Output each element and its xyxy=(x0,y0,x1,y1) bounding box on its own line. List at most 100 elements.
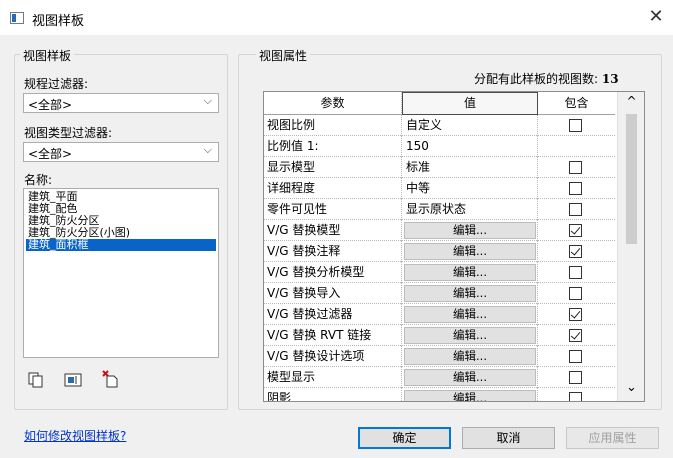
include-cell xyxy=(538,325,615,346)
include-cell xyxy=(538,283,615,304)
param-value-cell: 编辑... xyxy=(402,241,538,262)
param-value: 中等 xyxy=(402,178,538,199)
param-name: V/G 替换模型 xyxy=(264,220,402,241)
edit-button[interactable]: 编辑... xyxy=(404,222,536,239)
table-row: 阴影 编辑... xyxy=(264,388,615,401)
edit-button[interactable]: 编辑... xyxy=(404,390,536,401)
scroll-thumb[interactable] xyxy=(626,114,637,244)
include-checkbox[interactable] xyxy=(569,371,582,384)
include-checkbox[interactable] xyxy=(569,266,582,279)
include-checkbox[interactable] xyxy=(569,161,582,174)
scroll-up-icon[interactable]: ^ xyxy=(618,94,644,108)
table-scrollbar[interactable]: ^ ⌄ xyxy=(617,92,644,401)
param-name: 比例值 1: xyxy=(264,136,402,157)
edit-button[interactable]: 编辑... xyxy=(404,264,536,281)
include-checkbox[interactable] xyxy=(569,245,582,258)
param-name: V/G 替换导入 xyxy=(264,283,402,304)
list-item-selected[interactable]: 建筑_面积框 xyxy=(26,239,216,251)
table-row: 显示模型 标准 xyxy=(264,157,615,178)
window-title: 视图样板 xyxy=(32,14,85,29)
include-cell xyxy=(538,388,615,401)
cancel-button[interactable]: 取消 xyxy=(462,427,555,449)
include-checkbox[interactable] xyxy=(569,350,582,363)
rename-icon[interactable] xyxy=(64,371,82,389)
include-cell xyxy=(538,115,615,136)
header-param[interactable]: 参数 xyxy=(264,92,402,115)
scroll-down-icon[interactable]: ⌄ xyxy=(618,380,644,395)
ok-button[interactable]: 确定 xyxy=(358,427,451,449)
edit-button[interactable]: 编辑... xyxy=(404,285,536,302)
edit-button[interactable]: 编辑... xyxy=(404,369,536,386)
assigned-views-label: 分配有此样板的视图数: xyxy=(474,72,599,86)
param-value-cell: 编辑... xyxy=(402,346,538,367)
assigned-views-count: 分配有此样板的视图数: 13 xyxy=(474,70,619,87)
include-cell xyxy=(538,199,615,220)
param-value: 150 xyxy=(402,136,538,157)
include-checkbox[interactable] xyxy=(569,224,582,237)
table-row: V/G 替换设计选项 编辑... xyxy=(264,346,615,367)
template-names-list[interactable]: 建筑_平面 建筑_配色 建筑_防火分区 建筑_防火分区(小图) 建筑_面积框 xyxy=(23,188,219,358)
apply-properties-button[interactable]: 应用属性 xyxy=(566,427,659,449)
table-header: 参数 值 包含 xyxy=(264,92,615,115)
param-value: 显示原状态 xyxy=(402,199,538,220)
include-checkbox[interactable] xyxy=(569,329,582,342)
close-icon[interactable]: ✕ xyxy=(645,6,667,28)
delete-icon[interactable] xyxy=(101,369,119,388)
param-name: 视图比例 xyxy=(264,115,402,136)
discipline-filter-value: <全部> xyxy=(28,98,73,112)
include-cell xyxy=(538,346,615,367)
include-cell xyxy=(538,220,615,241)
table-row: 比例值 1: 150 xyxy=(264,136,615,157)
edit-button[interactable]: 编辑... xyxy=(404,306,536,323)
edit-button[interactable]: 编辑... xyxy=(404,327,536,344)
table-row: 零件可见性 显示原状态 xyxy=(264,199,615,220)
view-properties-table: 参数 值 包含 视图比例 自定义 比例值 1: 150 显示模型 标准 详细程度 中等 零件可见… xyxy=(263,91,645,402)
header-include[interactable]: 包含 xyxy=(538,92,615,115)
param-value-cell: 编辑... xyxy=(402,262,538,283)
include-checkbox[interactable] xyxy=(569,308,582,321)
edit-button[interactable]: 编辑... xyxy=(404,348,536,365)
view-type-filter-value: <全部> xyxy=(28,147,73,161)
include-checkbox[interactable] xyxy=(569,287,582,300)
param-name: V/G 替换注释 xyxy=(264,241,402,262)
duplicate-icon[interactable] xyxy=(27,371,45,389)
param-name: V/G 替换 RVT 链接 xyxy=(264,325,402,346)
edit-button[interactable]: 编辑... xyxy=(404,243,536,260)
param-value-cell: 编辑... xyxy=(402,325,538,346)
include-checkbox[interactable] xyxy=(569,203,582,216)
param-value: 标准 xyxy=(402,157,538,178)
include-cell xyxy=(538,157,615,178)
param-value-cell: 编辑... xyxy=(402,220,538,241)
include-checkbox[interactable] xyxy=(569,182,582,195)
table-row: 视图比例 自定义 xyxy=(264,115,615,136)
include-cell xyxy=(538,367,615,388)
param-name: 阴影 xyxy=(264,388,402,401)
assigned-views-value: 13 xyxy=(601,72,619,86)
discipline-filter-dropdown[interactable]: <全部> ⌵ xyxy=(23,93,219,113)
param-name: 显示模型 xyxy=(264,157,402,178)
table-row: V/G 替换 RVT 链接 编辑... xyxy=(264,325,615,346)
include-cell xyxy=(538,178,615,199)
view-type-filter-label: 视图类型过滤器: xyxy=(24,126,113,140)
param-value-cell: 编辑... xyxy=(402,388,538,401)
help-link[interactable]: 如何修改视图样板? xyxy=(24,427,126,444)
param-name: 模型显示 xyxy=(264,367,402,388)
chevron-down-icon: ⌵ xyxy=(203,94,212,107)
param-name: V/G 替换设计选项 xyxy=(264,346,402,367)
table-row: V/G 替换注释 编辑... xyxy=(264,241,615,262)
param-value-cell: 编辑... xyxy=(402,304,538,325)
include-checkbox[interactable] xyxy=(569,392,582,401)
table-row: 模型显示 编辑... xyxy=(264,367,615,388)
table-row: 详细程度 中等 xyxy=(264,178,615,199)
param-name: V/G 替换过滤器 xyxy=(264,304,402,325)
names-label: 名称: xyxy=(24,173,53,187)
app-icon xyxy=(10,12,24,24)
header-value[interactable]: 值 xyxy=(402,92,538,115)
param-value-cell: 编辑... xyxy=(402,367,538,388)
include-checkbox[interactable] xyxy=(569,119,582,132)
view-properties-group-label: 视图属性 xyxy=(256,47,311,64)
include-cell xyxy=(538,304,615,325)
view-type-filter-dropdown[interactable]: <全部> ⌵ xyxy=(23,142,219,162)
param-value: 自定义 xyxy=(402,115,538,136)
table-row: V/G 替换分析模型 编辑... xyxy=(264,262,615,283)
